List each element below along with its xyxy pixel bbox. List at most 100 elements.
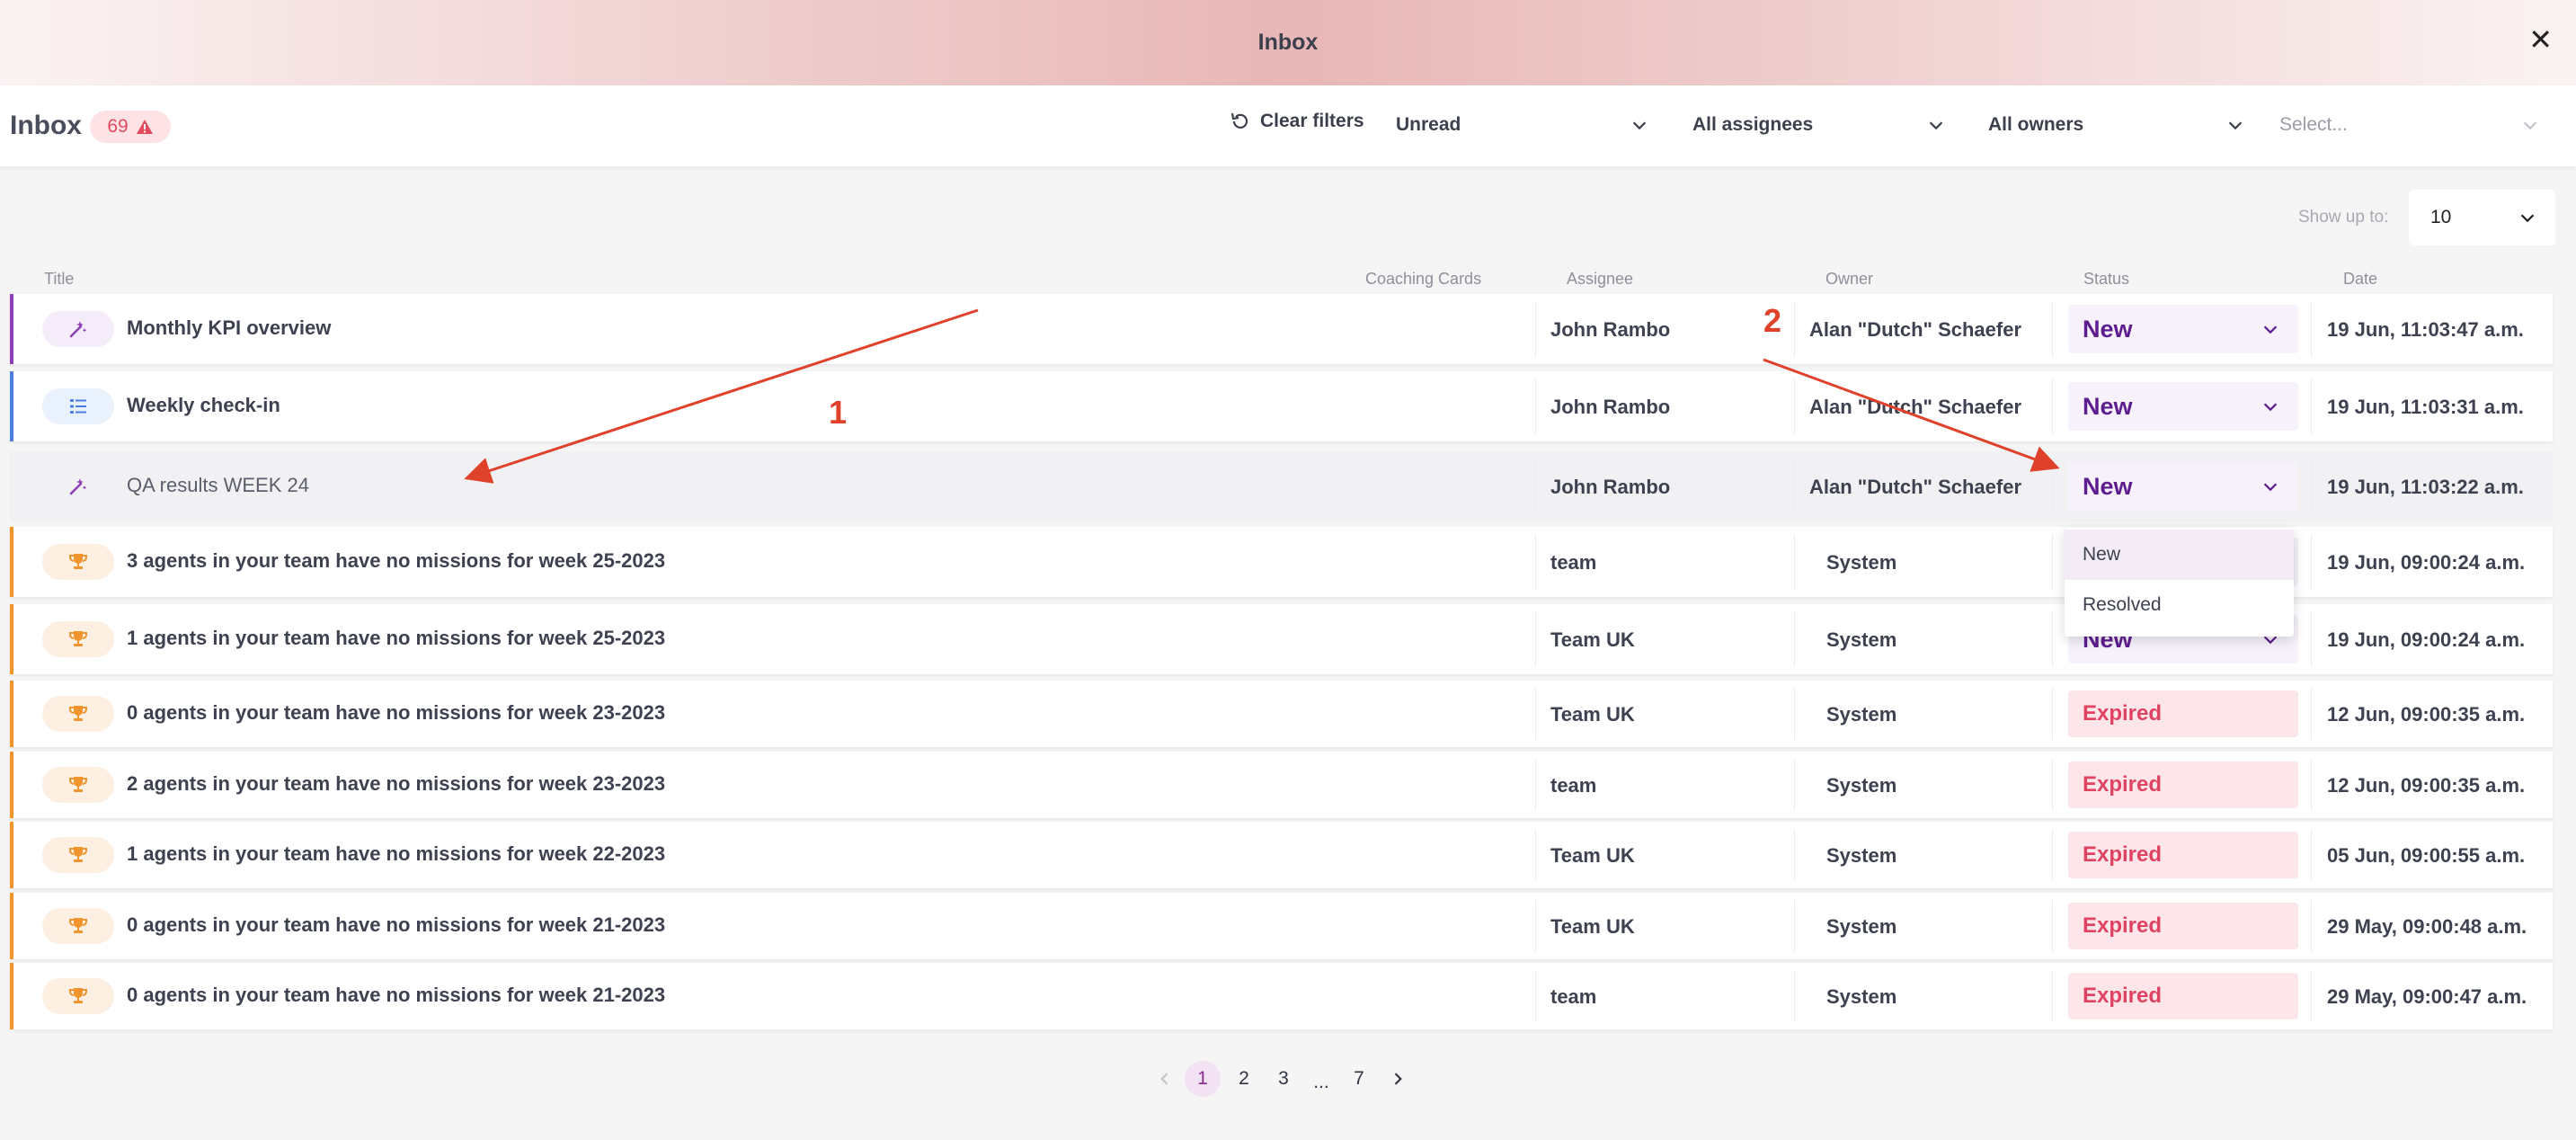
page-button-2[interactable]: 2 <box>1226 1061 1262 1097</box>
status-select[interactable]: New <box>2068 305 2298 353</box>
page-button-1[interactable]: 1 <box>1185 1061 1221 1097</box>
chevron-down-icon <box>2520 214 2535 223</box>
column-divider <box>1535 301 1536 357</box>
page-button-7[interactable]: 7 <box>1341 1061 1377 1097</box>
row-date: 12 Jun, 09:00:35 a.m. <box>2327 774 2526 797</box>
status-value: New <box>2083 472 2133 500</box>
column-divider <box>2311 301 2312 357</box>
column-divider <box>1535 459 1536 514</box>
filter-bar: Inbox 69 Clear filters Unread All assign… <box>0 85 2576 166</box>
column-divider <box>2311 379 2312 434</box>
row-date: 19 Jun, 09:00:24 a.m. <box>2327 551 2526 574</box>
status-value: Expired <box>2083 913 2163 938</box>
column-divider <box>2052 688 2053 740</box>
assignee-filter-value: All assignees <box>1692 114 1814 135</box>
chevron-down-icon <box>2523 121 2537 130</box>
column-divider <box>1794 970 1795 1022</box>
row-owner: System <box>1826 915 1897 938</box>
row-owner: System <box>1826 551 1897 574</box>
table-row[interactable]: 0 agents in your team have no missions f… <box>10 963 2553 1029</box>
status-select[interactable]: Expired <box>2068 973 2298 1020</box>
column-divider <box>2052 301 2053 357</box>
assignee-filter-select[interactable]: All assignees <box>1692 109 1946 141</box>
next-page-icon[interactable] <box>1380 1061 1416 1097</box>
table-row[interactable]: 0 agents in your team have no missions f… <box>10 681 2553 747</box>
page-size-select[interactable]: 10 <box>2409 190 2555 245</box>
clear-filters-label: Clear filters <box>1260 111 1364 131</box>
row-owner: System <box>1826 844 1897 867</box>
table-row[interactable]: Weekly check-in John Rambo Alan "Dutch" Sc… <box>10 371 2553 441</box>
warning-icon <box>136 120 153 134</box>
status-select[interactable]: New <box>2068 382 2298 431</box>
table-row[interactable]: 1 agents in your team have no missions f… <box>10 822 2553 888</box>
status-select[interactable]: Expired <box>2068 761 2298 808</box>
column-divider <box>2052 534 2053 590</box>
column-header-assignee: Assignee <box>1567 270 1634 288</box>
row-title: 1 agents in your team have no missions f… <box>127 627 666 649</box>
row-title: 3 agents in your team have no missions f… <box>127 549 666 572</box>
column-divider <box>1794 611 1795 667</box>
status-option-resolved[interactable]: Resolved <box>2065 580 2294 630</box>
row-type-icon <box>42 908 114 944</box>
column-divider <box>1794 900 1795 952</box>
table-row[interactable]: Monthly KPI overview John Rambo Alan "Dutc… <box>10 294 2553 364</box>
owner-filter-value: All owners <box>1988 114 2084 135</box>
row-type-icon <box>42 978 114 1014</box>
table-row[interactable]: 0 agents in your team have no missions f… <box>10 893 2553 959</box>
status-option-new[interactable]: New <box>2065 530 2294 580</box>
row-title: 1 agents in your team have no missions f… <box>127 842 666 865</box>
column-divider <box>2052 611 2053 667</box>
status-select[interactable]: Expired <box>2068 690 2298 737</box>
row-owner: System <box>1826 774 1897 797</box>
chevron-down-icon <box>2228 121 2243 130</box>
column-divider <box>2052 900 2053 952</box>
annotation-number-2: 2 <box>1763 302 1782 339</box>
page-button-3[interactable]: 3 <box>1266 1061 1301 1097</box>
row-type-icon <box>42 388 114 424</box>
read-filter-value: Unread <box>1396 114 1461 135</box>
row-owner: System <box>1826 628 1897 651</box>
column-divider <box>1794 534 1795 590</box>
column-divider <box>1794 459 1795 514</box>
row-assignee: Team UK <box>1550 628 1635 651</box>
table-row[interactable]: QA results WEEK 24 John Rambo Alan "Dutch"… <box>10 451 2553 521</box>
table-row[interactable]: 2 agents in your team have no missions f… <box>10 752 2553 818</box>
row-type-icon <box>42 544 114 580</box>
clear-filters-button[interactable]: Clear filters <box>1230 111 1364 132</box>
row-type-icon <box>42 468 114 504</box>
column-divider <box>2311 829 2312 881</box>
column-divider <box>2052 829 2053 881</box>
column-divider <box>1535 611 1536 667</box>
status-select[interactable]: New <box>2068 462 2298 511</box>
page-ellipsis: ... <box>1313 1072 1329 1092</box>
row-type-icon <box>42 837 114 873</box>
row-title: 0 agents in your team have no missions f… <box>127 984 666 1006</box>
row-assignee: team <box>1550 774 1597 797</box>
owner-filter-select[interactable]: All owners <box>1988 109 2245 141</box>
column-divider <box>2052 970 2053 1022</box>
close-icon[interactable]: ✕ <box>2528 25 2553 54</box>
row-owner: Alan "Dutch" Schaefer <box>1809 318 2022 341</box>
status-value: New <box>2083 392 2133 420</box>
row-title: 0 agents in your team have no missions f… <box>127 701 666 724</box>
row-type-icon <box>42 621 114 657</box>
prev-page-icon[interactable] <box>1147 1061 1183 1097</box>
extra-filter-select[interactable]: Select... <box>2279 109 2540 141</box>
column-divider <box>2311 611 2312 667</box>
status-value: New <box>2083 315 2133 343</box>
column-divider <box>1794 379 1795 434</box>
annotation-number-1: 1 <box>829 394 848 431</box>
column-divider <box>1535 379 1536 434</box>
column-header-status: Status <box>2083 270 2130 288</box>
row-assignee: John Rambo <box>1550 318 1671 341</box>
row-assignee: John Rambo <box>1550 396 1671 418</box>
row-owner: System <box>1826 985 1897 1008</box>
row-assignee: Team UK <box>1550 915 1635 938</box>
chevron-down-icon <box>2263 483 2278 492</box>
status-select[interactable]: Expired <box>2068 832 2298 878</box>
read-filter-select[interactable]: Unread <box>1396 109 1649 141</box>
chevron-down-icon <box>2263 403 2278 412</box>
column-divider <box>1535 759 1536 811</box>
status-select[interactable]: Expired <box>2068 903 2298 949</box>
row-type-icon <box>42 311 114 347</box>
